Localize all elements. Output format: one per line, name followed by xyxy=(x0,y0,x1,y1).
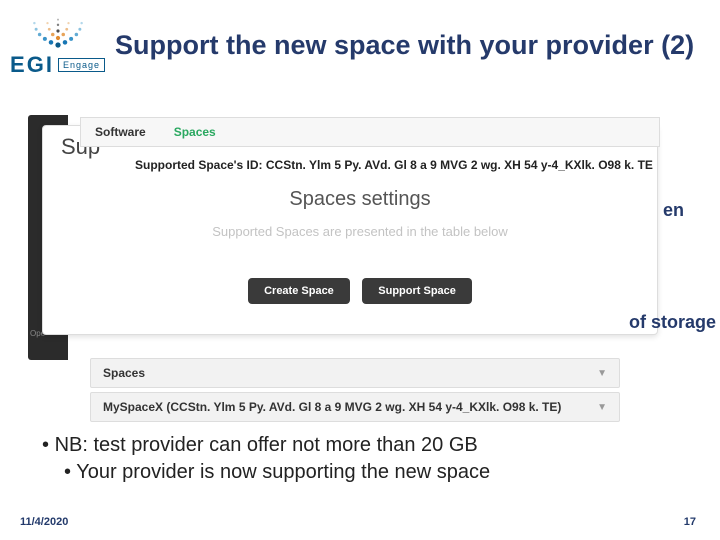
footer-date: 11/4/2020 xyxy=(20,516,68,528)
fragment-storage: of storage xyxy=(629,312,716,333)
logo-name: EGI xyxy=(10,52,54,78)
list-header-label: Spaces xyxy=(103,366,145,380)
logo-sub: Engage xyxy=(58,58,105,72)
egi-logo: EGI Engage xyxy=(10,12,105,78)
spaces-list: Spaces ▼ MySpaceX (CCStn. Ylm 5 Py. AVd.… xyxy=(90,358,620,426)
bullet-2: Your provider is now supporting the new … xyxy=(64,459,490,486)
spaces-settings-desc: Supported Spaces are presented in the ta… xyxy=(0,224,720,239)
bullet-1: NB: test provider can offer not more tha… xyxy=(42,432,490,459)
slide: EGI Engage Support the new space with yo… xyxy=(0,0,720,540)
chevron-down-icon: ▼ xyxy=(597,402,607,413)
spaces-list-header[interactable]: Spaces ▼ xyxy=(90,358,620,388)
tab-software[interactable]: Software xyxy=(81,125,160,139)
tab-spaces[interactable]: Spaces xyxy=(160,125,230,139)
button-row: Create Space Support Space xyxy=(0,278,720,304)
top-tabs: Software Spaces xyxy=(80,117,660,147)
bullet-list: NB: test provider can offer not more tha… xyxy=(42,432,490,486)
fragment-en: en xyxy=(663,200,684,221)
space-id-label: Supported Space's ID: xyxy=(135,158,263,172)
create-space-button[interactable]: Create Space xyxy=(248,278,350,304)
support-space-button[interactable]: Support Space xyxy=(362,278,472,304)
space-id-line: Supported Space's ID: CCStn. Ylm 5 Py. A… xyxy=(135,158,653,172)
chevron-down-icon: ▼ xyxy=(597,368,607,379)
list-item-label: MySpaceX (CCStn. Ylm 5 Py. AVd. Gl 8 a 9… xyxy=(103,400,561,414)
footer-page-number: 17 xyxy=(684,516,696,528)
space-id-value: CCStn. Ylm 5 Py. AVd. Gl 8 a 9 MVG 2 wg.… xyxy=(266,158,653,172)
logo-dots-icon xyxy=(23,12,93,50)
slide-title: Support the new space with your provider… xyxy=(115,30,694,61)
spaces-list-item[interactable]: MySpaceX (CCStn. Ylm 5 Py. AVd. Gl 8 a 9… xyxy=(90,392,620,422)
spaces-settings-heading: Spaces settings xyxy=(0,188,720,211)
